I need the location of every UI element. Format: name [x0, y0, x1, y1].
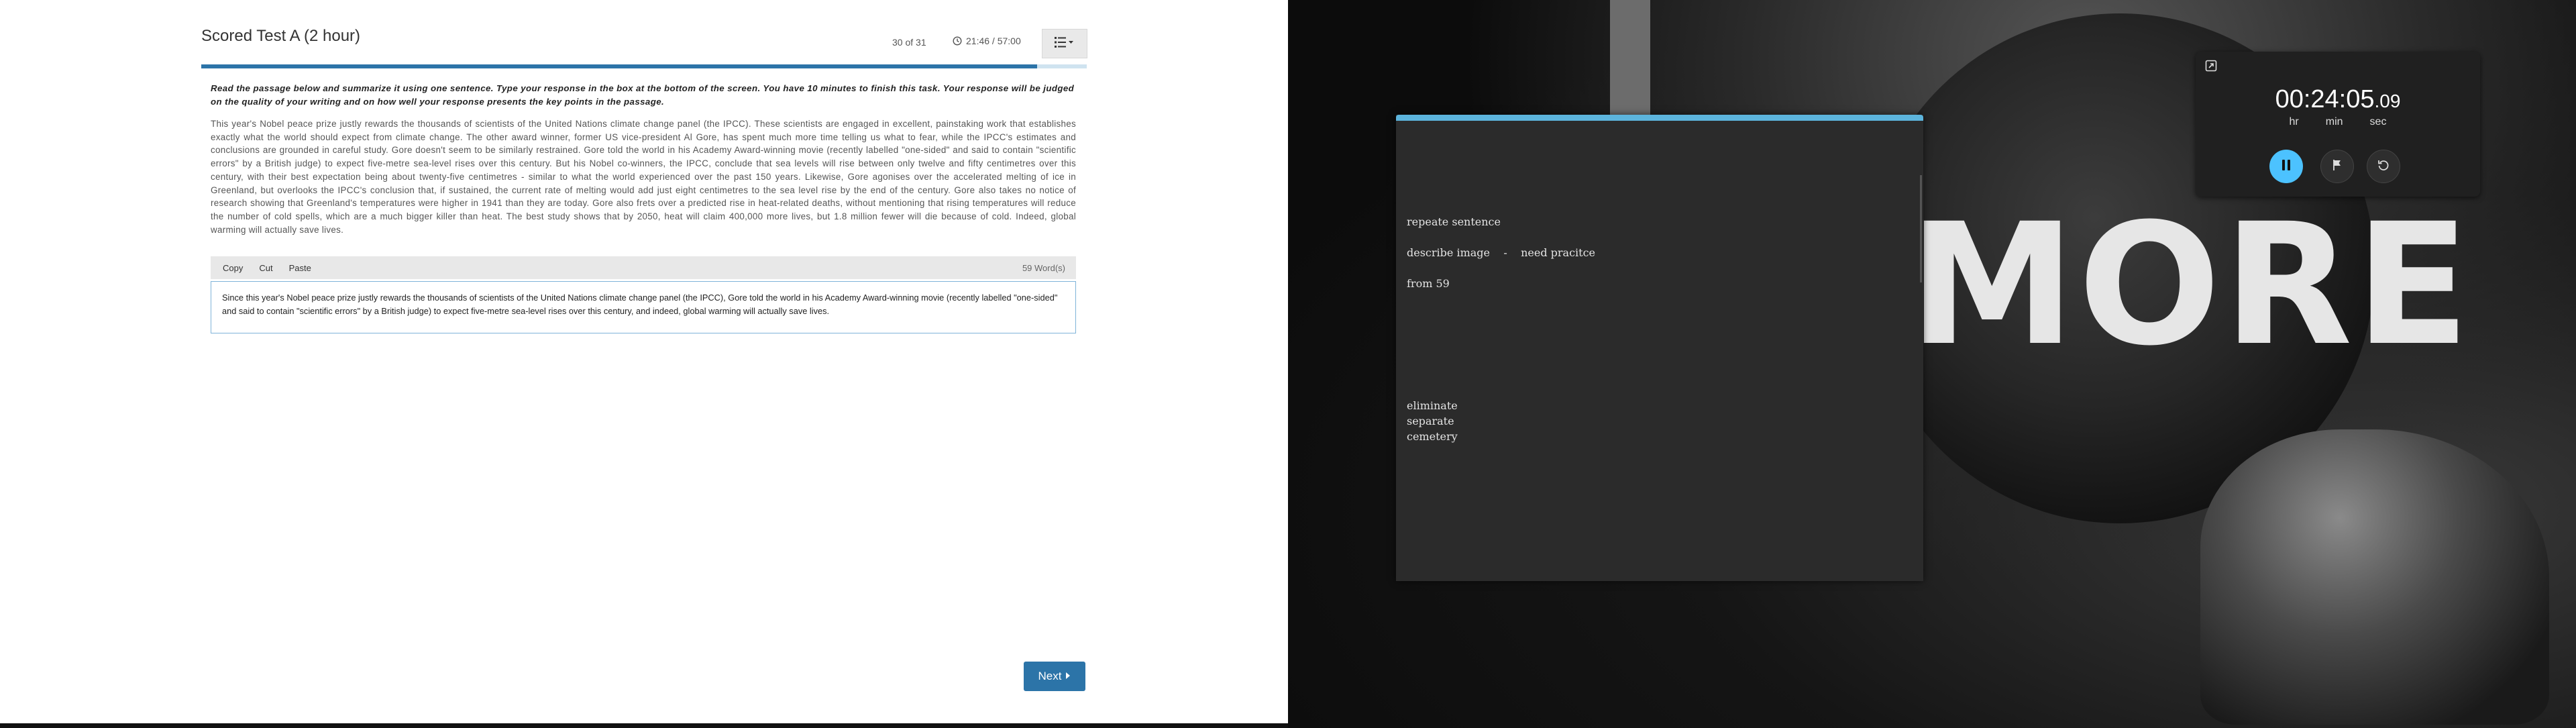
cut-button[interactable]: Cut [251, 263, 280, 273]
notes-scrollbar[interactable] [1920, 175, 1922, 282]
stopwatch-units: hr min sec [2196, 116, 2480, 128]
stopwatch-widget: 00:24:05.09 hr min sec [2196, 52, 2480, 197]
note-line[interactable]: repeate sentence [1407, 215, 1501, 228]
paste-button[interactable]: Paste [281, 263, 319, 273]
note-line[interactable]: describe image - need pracitce [1407, 246, 1595, 259]
test-timer: 21:46 / 57:00 [953, 36, 1021, 46]
list-menu-icon [1055, 36, 1075, 52]
reset-button[interactable] [2367, 150, 2400, 183]
unit-sec: sec [2369, 116, 2387, 127]
task-instructions: Read the passage below and summarize it … [211, 83, 1075, 107]
note-line[interactable]: eliminate [1407, 399, 1458, 412]
unit-hr: hr [2289, 116, 2299, 127]
note-line[interactable]: separate [1407, 415, 1454, 427]
notes-window[interactable]: repeate sentence describe image - need p… [1396, 115, 1923, 581]
note-line[interactable]: cemetery [1407, 430, 1458, 443]
notes-accent-bar [1396, 115, 1923, 121]
note-line[interactable]: from 59 [1407, 277, 1450, 290]
wallpaper-text: MORE [1909, 187, 2473, 382]
wallpaper-bar [1610, 0, 1650, 121]
question-list-button[interactable] [1042, 29, 1087, 58]
stopwatch-fraction: .09 [2374, 91, 2401, 111]
test-progress-fill [201, 64, 1038, 68]
answer-textarea[interactable]: Since this year's Nobel peace prize just… [211, 281, 1076, 333]
page-title: Scored Test A (2 hour) [201, 27, 361, 45]
pause-icon [2281, 159, 2292, 174]
clock-icon [953, 36, 962, 46]
taskbar-edge [0, 723, 1288, 728]
wallpaper-arm [2200, 429, 2549, 725]
lap-button[interactable] [2320, 150, 2354, 183]
timer-text: 21:46 / 57:00 [966, 36, 1021, 46]
reset-icon [2377, 158, 2390, 175]
unit-min: min [2325, 116, 2343, 127]
flag-icon [2332, 159, 2343, 174]
stopwatch-time: 00:24:05.09 [2196, 85, 2480, 114]
question-counter: 30 of 31 [892, 37, 926, 48]
editor-toolbar: Copy Cut Paste 59 Word(s) [211, 256, 1076, 279]
next-button[interactable]: Next [1024, 662, 1085, 691]
next-label: Next [1038, 670, 1062, 682]
caret-right-icon [1065, 670, 1071, 683]
test-progress-bar [201, 64, 1087, 68]
pause-button[interactable] [2269, 150, 2303, 183]
stopwatch-main: 00:24:05 [2275, 85, 2375, 113]
pin-icon [2204, 60, 2218, 75]
test-window: Scored Test A (2 hour) 30 of 31 21:46 / … [0, 0, 1288, 723]
reading-passage: This year's Nobel peace prize justly rew… [211, 119, 1076, 235]
keep-on-top-button[interactable] [2204, 59, 2218, 76]
word-count: 59 Word(s) [1022, 262, 1065, 273]
copy-button[interactable]: Copy [211, 263, 251, 273]
